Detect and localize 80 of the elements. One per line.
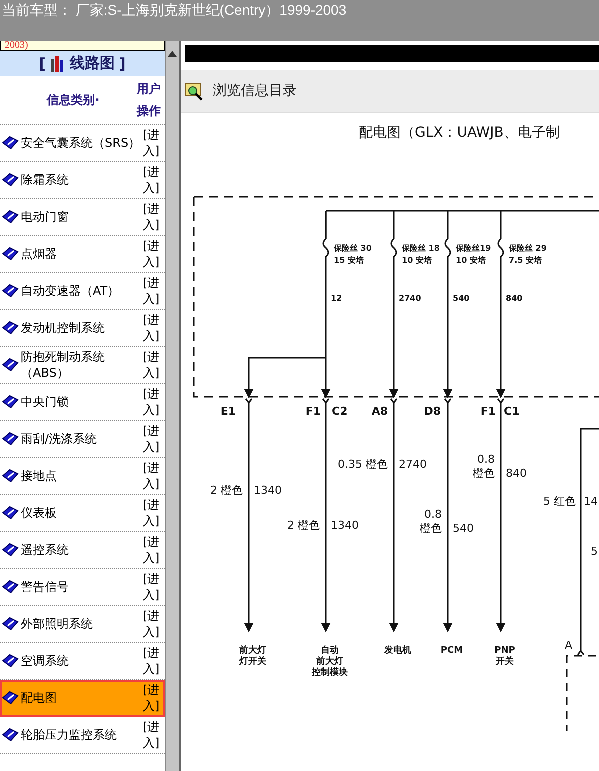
enter-link[interactable]: [进入] — [143, 682, 161, 714]
destination-label: 自动 前大灯 控制模块 — [312, 646, 348, 678]
column-header: 用户操作 — [137, 81, 162, 120]
category-row[interactable]: 电动门窗 [进入] — [0, 199, 165, 236]
pin-label: A — [565, 639, 573, 652]
window-title: 当前车型： 厂家:S-上海别克新世纪(Centry）1999-2003 — [0, 0, 599, 41]
bracket-text: ] — [119, 54, 126, 72]
section-header: 线路图 — [70, 54, 115, 73]
enter-link[interactable]: [进入] — [143, 349, 161, 381]
destination-label: PNP 开关 — [494, 646, 516, 667]
category-row[interactable]: 自动变速器（AT） [进入] — [0, 273, 165, 310]
fuse-label: 保险丝 29 7.5 安培 — [509, 244, 547, 265]
fuse-label: 保险丝19 10 安培 — [456, 244, 492, 265]
enter-link[interactable]: [进入] — [143, 386, 161, 418]
category-row[interactable]: 警告信号 [进入] — [0, 569, 165, 606]
enter-link[interactable]: [进入] — [143, 423, 161, 455]
destination-label: 前大灯 灯开关 — [240, 646, 266, 667]
enter-link[interactable]: [进入] — [143, 608, 161, 640]
category-row[interactable]: 点烟器 [进入] — [0, 236, 165, 273]
enter-link[interactable]: [进入] — [143, 201, 161, 233]
circuit-number: 840 — [506, 467, 527, 480]
category-row[interactable]: 中央门锁 [进入] — [0, 384, 165, 421]
circuit-number: 1340 — [254, 484, 282, 497]
circuit-number: 1340 — [331, 519, 359, 532]
fuse-label: 保险丝 30 15 安培 — [334, 244, 372, 265]
destination-label: PCM — [440, 646, 464, 656]
wire-gauge-color: 5 红色 — [544, 495, 576, 508]
pin-label: F1 — [306, 405, 321, 418]
enter-link[interactable]: [进入] — [143, 164, 161, 196]
pin-label: F1 — [480, 405, 496, 418]
category-row[interactable]: 外部照明系统 [进入] — [0, 606, 165, 643]
enter-link[interactable]: [进入] — [143, 238, 161, 270]
book-icon — [2, 691, 19, 705]
pin-label: C1 — [504, 405, 520, 418]
pin-label: D8 — [424, 405, 441, 418]
pin-label: E1 — [220, 405, 236, 418]
wire-gauge-color: 0.8 橙色 — [420, 508, 442, 535]
pin-label: C2 — [332, 405, 348, 418]
enter-link[interactable]: [进入] — [143, 312, 161, 344]
circuit-number: 2740 — [399, 458, 427, 471]
scrollbar[interactable] — [166, 41, 181, 771]
enter-link[interactable]: [进入] — [143, 127, 161, 159]
category-row[interactable]: 接地点 [进入] — [0, 458, 165, 495]
enter-link[interactable]: [进入] — [143, 534, 161, 566]
category-row[interactable]: 雨刮/洗涤系统 [进入] — [0, 421, 165, 458]
fuse-label: 保险丝 18 10 安培 — [402, 244, 440, 265]
wire-gauge-color: 0.8 橙色 — [473, 453, 495, 480]
enter-link[interactable]: [进入] — [143, 497, 161, 529]
wire-gauge-color: 2 橙色 — [288, 519, 320, 532]
column-header: 信息类别· — [46, 92, 101, 108]
note-text: 2003) — [0, 41, 165, 51]
diagram-title: 配电图（GLX：UAWJB、电子制 — [359, 125, 560, 141]
enter-link[interactable]: [进入] — [143, 275, 161, 307]
wire-gauge-color: 2 橙色 — [210, 484, 243, 497]
circuit-number: 540 — [453, 522, 474, 535]
destination-label: 发电机 — [384, 646, 412, 656]
wire-note: 5 — [591, 545, 598, 558]
circuit-number: 14 — [584, 495, 598, 508]
category-row[interactable]: 遥控系统 [进入] — [0, 532, 165, 569]
pin-label: A8 — [372, 405, 388, 418]
books-icon — [50, 54, 66, 72]
scroll-up-icon[interactable] — [168, 51, 177, 57]
wire-number: 2740 — [399, 294, 422, 303]
category-row[interactable]: 轮胎压力监控系统 [进入] — [0, 717, 165, 754]
wire-number: 840 — [506, 294, 523, 303]
enter-link[interactable]: [进入] — [143, 571, 161, 603]
category-row[interactable]: 仪表板 [进入] — [0, 495, 165, 532]
wire-number: 540 — [453, 294, 470, 303]
category-row[interactable]: 防抱死制动系统（ABS） [进入] — [0, 347, 165, 384]
category-row[interactable]: 配电图 [进入] — [0, 680, 165, 717]
enter-link[interactable]: [进入] — [143, 645, 161, 677]
enter-link[interactable]: [进入] — [143, 460, 161, 492]
browse-link[interactable]: 浏览信息目录 — [213, 82, 297, 100]
wire-number: 12 — [331, 294, 342, 303]
category-row[interactable]: 除霜系统 [进入] — [0, 162, 165, 199]
enter-link[interactable]: [进入] — [143, 719, 161, 751]
bracket-text: [ — [39, 54, 46, 72]
wire-gauge-color: 0.35 橙色 — [338, 458, 388, 471]
category-row[interactable]: 发动机控制系统 [进入] — [0, 310, 165, 347]
folder-magnifier-icon[interactable] — [185, 81, 205, 101]
